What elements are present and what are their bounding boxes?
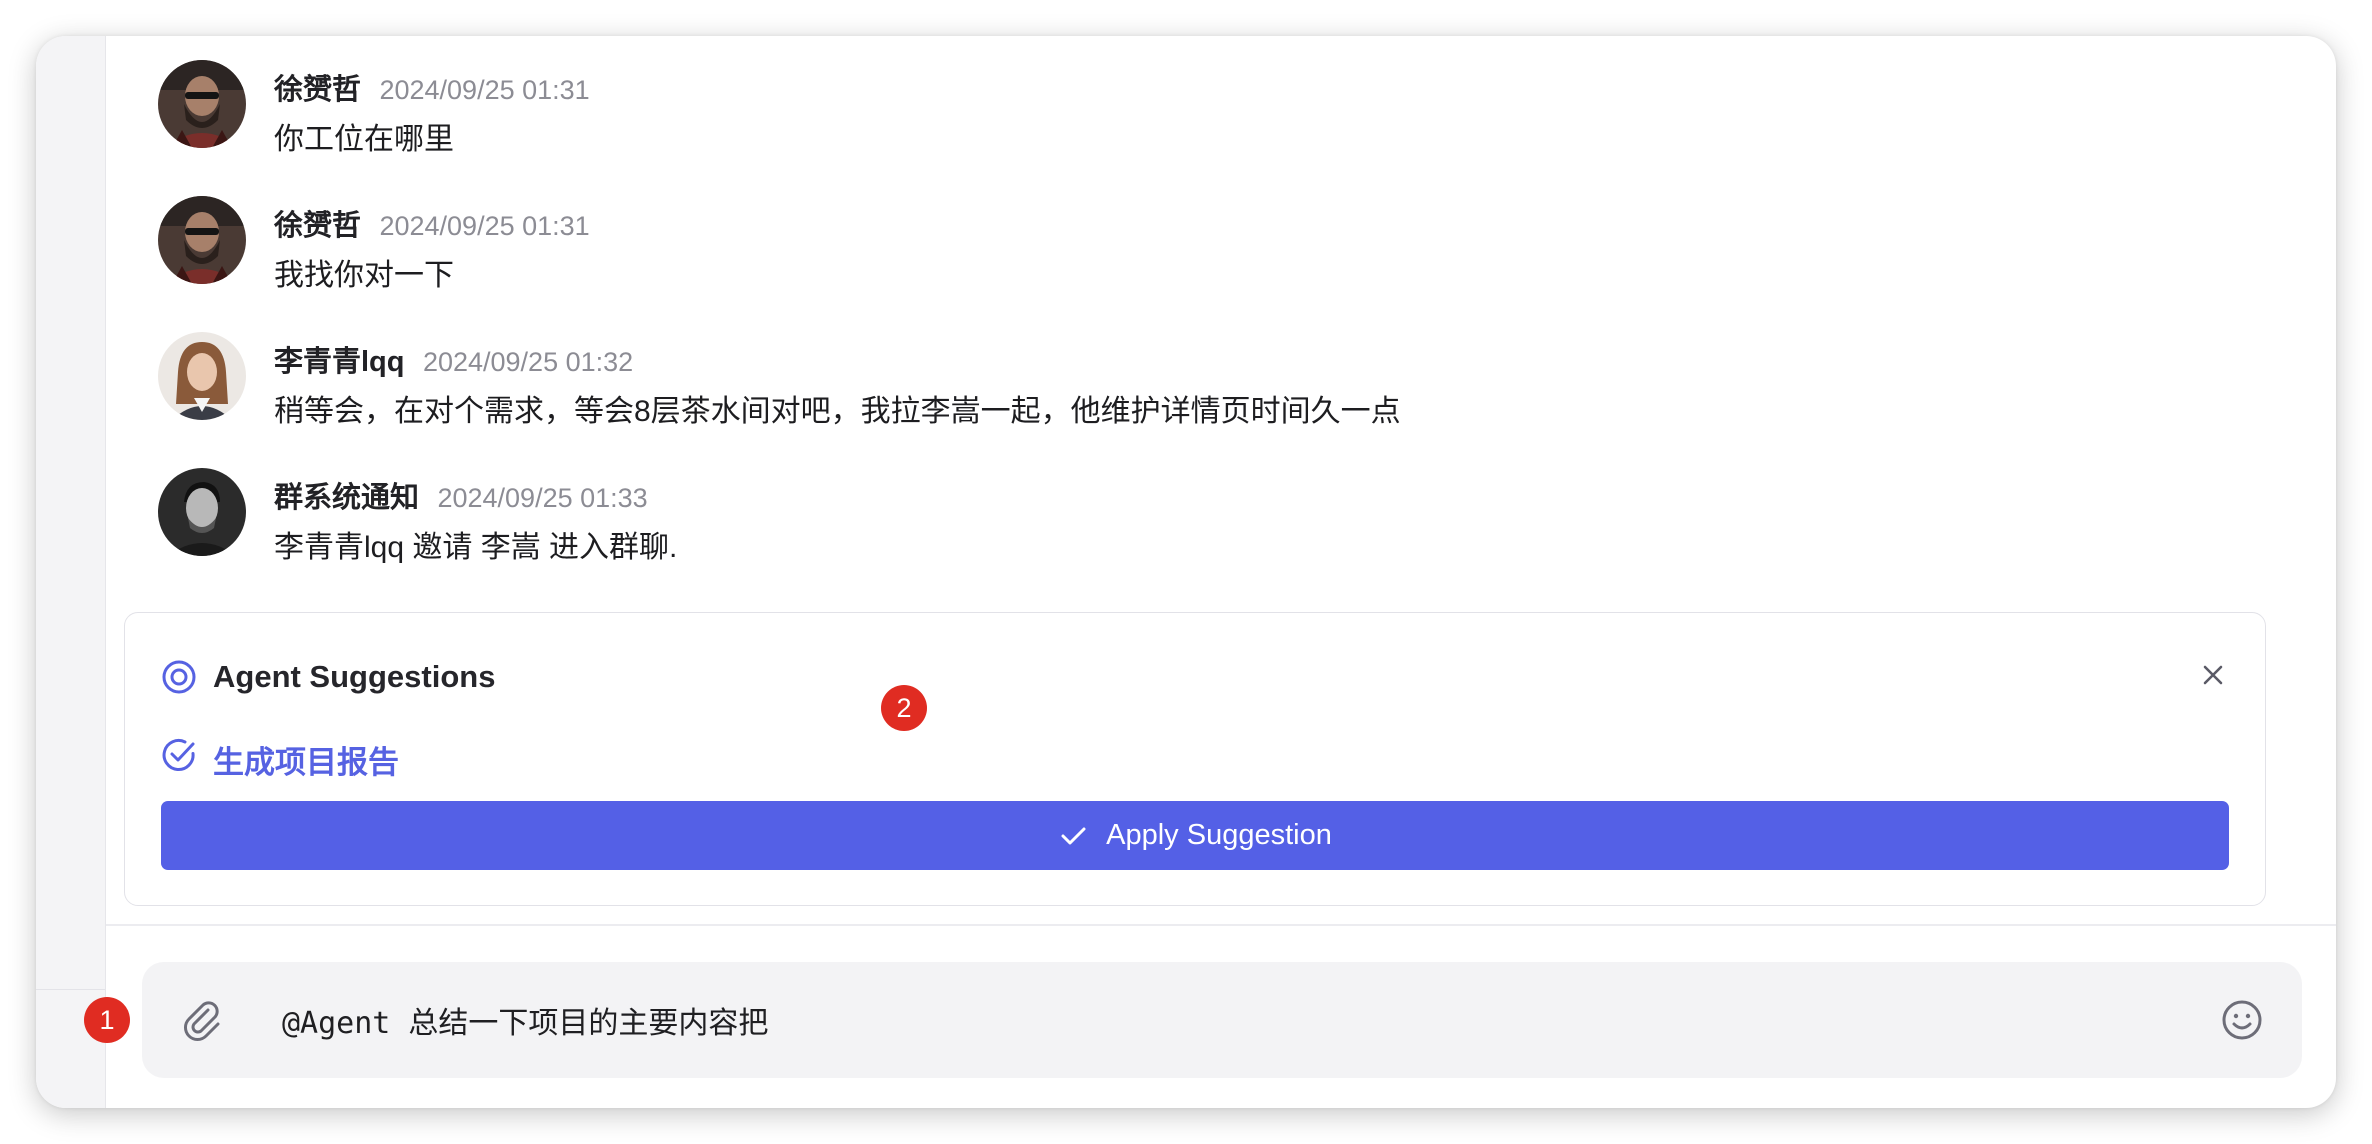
avatar-man-beard-image [158,60,246,148]
message-header: 徐赟哲 2024/09/25 01:31 [274,202,590,244]
message-list: 徐赟哲 2024/09/25 01:31 你工位在哪里 徐赟哲 2024/09/… [158,60,2258,604]
rail-divider [36,989,105,990]
avatar-man-bw-image [158,468,246,556]
left-sidebar-rail [36,36,106,1108]
suggestion-item[interactable]: 生成项目报告 [213,737,399,782]
message-text: 我找你对一下 [274,259,454,292]
message-header: 群系统通知 2024/09/25 01:33 [274,474,648,516]
checkmark-icon [1061,827,1086,844]
message-text: 你工位在哪里 [274,123,454,156]
target-icon [161,659,197,695]
avatar-man-beard-image [158,196,246,284]
message-item: 李青青lqq 2024/09/25 01:32 稍等会，在对个需求，等会8层茶水… [158,332,2258,468]
message-item: 徐赟哲 2024/09/25 01:31 我找你对一下 [158,196,2258,332]
message-time: 2024/09/25 01:32 [422,347,634,377]
annotation-badge-1: 1 [84,997,130,1043]
apply-suggestion-label: Apply Suggestion [1106,819,1332,851]
annotation-badge-2: 2 [881,685,927,731]
sender-name: 徐赟哲 [274,210,362,242]
avatar[interactable] [158,196,246,284]
message-time: 2024/09/25 01:31 [379,75,590,105]
avatar-woman-image [158,332,246,420]
message-text: 李青青lqq 邀请 李嵩 进入群聊. [274,531,678,564]
message-composer [142,962,2302,1078]
smiley-icon[interactable] [2218,996,2266,1044]
apply-suggestion-button[interactable]: Apply Suggestion [161,801,2229,870]
message-header: 徐赟哲 2024/09/25 01:31 [274,66,590,108]
suggestions-title: Agent Suggestions [213,659,496,694]
paperclip-icon[interactable] [178,996,226,1044]
message-input[interactable] [282,992,2082,1048]
composer-divider [106,924,2336,926]
agent-suggestions-panel: Agent Suggestions 生成项目报告 Apply Suggestio… [124,612,2266,906]
check-circle-icon [161,737,197,773]
chat-window: 徐赟哲 2024/09/25 01:31 你工位在哪里 徐赟哲 2024/09/… [36,36,2336,1108]
message-item: 群系统通知 2024/09/25 01:33 李青青lqq 邀请 李嵩 进入群聊… [158,468,2258,604]
message-time: 2024/09/25 01:33 [437,483,648,513]
avatar[interactable] [158,468,246,556]
avatar[interactable] [158,332,246,420]
sender-name: 群系统通知 [274,482,420,514]
message-text: 稍等会，在对个需求，等会8层茶水间对吧，我拉李嵩一起，他维护详情页时间久一点 [274,395,1401,428]
message-item: 徐赟哲 2024/09/25 01:31 你工位在哪里 [158,60,2258,196]
close-icon[interactable] [2193,655,2233,695]
message-time: 2024/09/25 01:31 [379,211,590,241]
avatar[interactable] [158,60,246,148]
sender-name: 李青青lqq [274,346,405,378]
message-header: 李青青lqq 2024/09/25 01:32 [274,338,633,380]
sender-name: 徐赟哲 [274,74,362,106]
